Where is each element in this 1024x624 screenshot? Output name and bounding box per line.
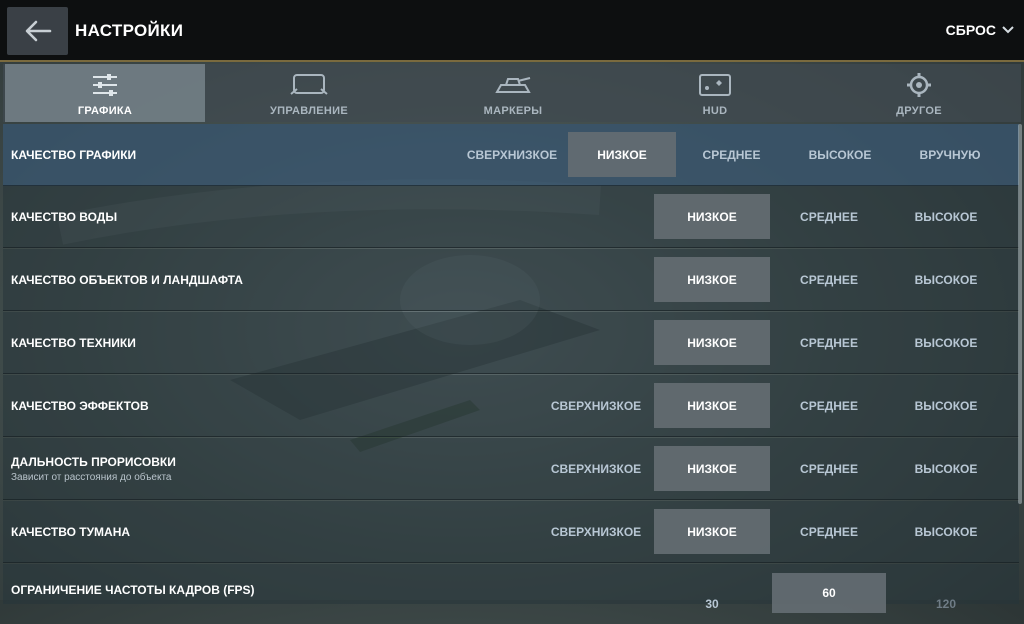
top-bar: НАСТРОЙКИ СБРОС (0, 0, 1024, 62)
reset-label: СБРОС (945, 22, 996, 38)
setting-row-effects-quality: КАЧЕСТВО ЭФФЕКТОВ СВЕРХНИЗКОЕ НИЗКОЕ СРЕ… (3, 375, 1019, 437)
option-medium[interactable]: СРЕДНЕЕ (772, 446, 886, 491)
tab-label: МАРКЕРЫ (483, 105, 543, 117)
option-low[interactable]: НИЗКОЕ (654, 446, 770, 491)
scrollbar[interactable] (1018, 124, 1022, 504)
setting-row-objects-quality: КАЧЕСТВО ОБЪЕКТОВ И ЛАНДШАФТА НИЗКОЕ СРЕ… (3, 249, 1019, 311)
option-low[interactable]: НИЗКОЕ (654, 383, 770, 428)
setting-label: КАЧЕСТВО ВОДЫ (11, 209, 118, 224)
option-high[interactable]: ВЫСОКОЕ (889, 446, 1003, 491)
reset-dropdown[interactable]: СБРОС (946, 22, 1014, 38)
option-medium[interactable]: СРЕДНЕЕ (772, 194, 886, 239)
tab-markers[interactable]: МАРКЕРЫ (413, 64, 613, 122)
setting-row-fps-limit: ОГРАНИЧЕНИЕ ЧАСТОТЫ КАДРОВ (FPS) 30 60 1… (3, 564, 1019, 613)
tab-controls[interactable]: УПРАВЛЕНИЕ (209, 64, 409, 122)
option-medium[interactable]: СРЕДНЕЕ (772, 257, 886, 302)
setting-label: КАЧЕСТВО ТЕХНИКИ (11, 335, 136, 350)
tank-icon (495, 77, 531, 93)
option-medium[interactable]: СРЕДНЕЕ (772, 509, 886, 554)
back-button[interactable] (7, 7, 68, 55)
tab-label: УПРАВЛЕНИЕ (270, 105, 348, 117)
setting-title: ДАЛЬНОСТЬ ПРОРИСОВКИ (11, 454, 176, 469)
option-30[interactable]: 30 (654, 584, 770, 624)
option-low[interactable]: НИЗКОЕ (654, 257, 770, 302)
tab-label: HUD (702, 105, 728, 117)
setting-row-water-quality: КАЧЕСТВО ВОДЫ НИЗКОЕ СРЕДНЕЕ ВЫСОКОЕ (3, 186, 1019, 248)
option-high[interactable]: ВЫСОКОЕ (889, 257, 1003, 302)
tab-graphics[interactable]: ГРАФИКА (5, 64, 205, 122)
gear-icon (907, 73, 931, 97)
setting-row-graphics-quality: КАЧЕСТВО ГРАФИКИ СВЕРХНИЗКОЕ НИЗКОЕ СРЕД… (3, 124, 1019, 186)
tab-other[interactable]: ДРУГОЕ (819, 64, 1019, 122)
option-60[interactable]: 60 (772, 573, 886, 613)
arrow-left-icon (25, 20, 51, 42)
chevron-down-icon (1002, 26, 1014, 34)
setting-label: КАЧЕСТВО ГРАФИКИ (11, 147, 137, 162)
option-ultra-low[interactable]: СВЕРХНИЗКОЕ (541, 446, 651, 491)
option-high[interactable]: ВЫСОКОЕ (889, 509, 1003, 554)
setting-row-fog-quality: КАЧЕСТВО ТУМАНА СВЕРХНИЗКОЕ НИЗКОЕ СРЕДН… (3, 501, 1019, 563)
setting-row-draw-distance: ДАЛЬНОСТЬ ПРОРИСОВКИ Зависит от расстоян… (3, 438, 1019, 500)
setting-label: ОГРАНИЧЕНИЕ ЧАСТОТЫ КАДРОВ (FPS) (11, 583, 255, 597)
tab-label: ДРУГОЕ (896, 105, 942, 117)
setting-row-vehicle-quality: КАЧЕСТВО ТЕХНИКИ НИЗКОЕ СРЕДНЕЕ ВЫСОКОЕ (3, 312, 1019, 374)
option-low[interactable]: НИЗКОЕ (654, 194, 770, 239)
option-high[interactable]: ВЫСОКОЕ (787, 132, 893, 177)
option-ultra-low[interactable]: СВЕРХНИЗКОЕ (461, 132, 563, 177)
option-high[interactable]: ВЫСОКОЕ (889, 194, 1003, 239)
option-medium[interactable]: СРЕДНЕЕ (772, 383, 886, 428)
device-icon (290, 74, 328, 95)
option-medium[interactable]: СРЕДНЕЕ (772, 320, 886, 365)
option-medium[interactable]: СРЕДНЕЕ (679, 132, 784, 177)
option-ultra-low[interactable]: СВЕРХНИЗКОЕ (541, 383, 651, 428)
option-low[interactable]: НИЗКОЕ (654, 509, 770, 554)
option-manual[interactable]: ВРУЧНУЮ (896, 132, 1004, 177)
setting-label: КАЧЕСТВО ОБЪЕКТОВ И ЛАНДШАФТА (11, 272, 243, 287)
option-low[interactable]: НИЗКОЕ (568, 132, 676, 177)
tab-label: ГРАФИКА (77, 105, 133, 117)
setting-subtitle: Зависит от расстояния до объекта (11, 471, 172, 483)
setting-label: КАЧЕСТВО ТУМАНА (11, 524, 131, 539)
setting-label: ДАЛЬНОСТЬ ПРОРИСОВКИ Зависит от расстоян… (11, 455, 176, 483)
option-120[interactable]: 120 (889, 584, 1003, 624)
sliders-icon (93, 74, 117, 96)
setting-label: КАЧЕСТВО ЭФФЕКТОВ (11, 398, 149, 413)
option-high[interactable]: ВЫСОКОЕ (889, 320, 1003, 365)
option-high[interactable]: ВЫСОКОЕ (889, 383, 1003, 428)
settings-tabs: ГРАФИКА УПРАВЛЕНИЕ МАРКЕРЫ HUD ДРУГОЕ (3, 64, 1021, 122)
tab-hud[interactable]: HUD (615, 64, 815, 122)
option-low[interactable]: НИЗКОЕ (654, 320, 770, 365)
page-title: НАСТРОЙКИ (75, 21, 184, 40)
screen-icon (699, 74, 731, 96)
option-ultra-low[interactable]: СВЕРХНИЗКОЕ (541, 509, 651, 554)
